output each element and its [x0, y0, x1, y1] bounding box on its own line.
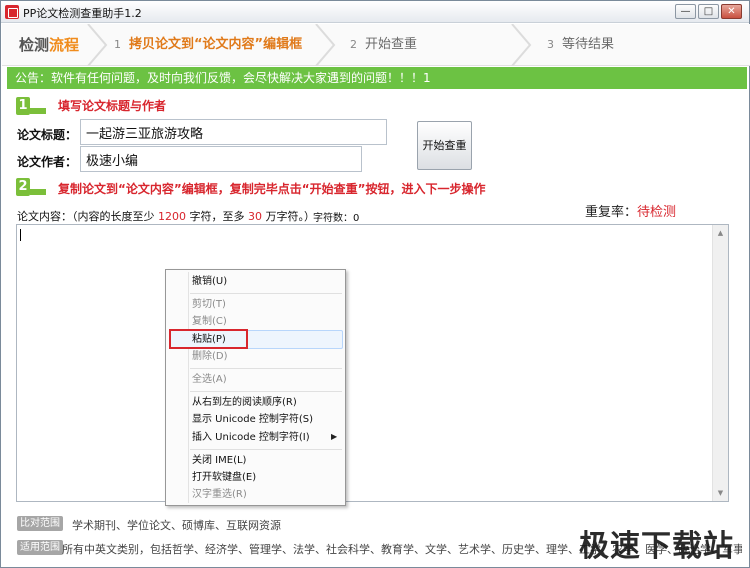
context-menu: 撤销(U) 剪切(T) 复制(C) 粘贴(P) 删除(D) 全选(A) 从右到左…	[165, 269, 346, 506]
max-chars: 30	[248, 210, 262, 223]
step-divider-icon	[315, 24, 336, 66]
section-1-number: 1	[16, 97, 30, 115]
step-3: 3 等待结果	[547, 24, 614, 66]
step-1-label: 拷贝论文到“论文内容”编辑框	[129, 37, 303, 52]
start-check-button[interactable]: 开始查重	[417, 121, 472, 170]
content-label-prefix: 论文内容：（内容的长度至少	[17, 210, 158, 223]
repeat-rate-value: 待检测	[637, 205, 677, 220]
section-2-number: 2	[16, 178, 30, 196]
scroll-down-icon[interactable]: ▼	[713, 485, 728, 501]
author-field[interactable]	[80, 146, 362, 172]
scroll-up-icon[interactable]: ▲	[713, 225, 728, 241]
menu-item-undo[interactable]: 撤销(U)	[192, 273, 227, 290]
content-label-suffix: 万字符。）	[262, 210, 315, 223]
editor-scrollbar[interactable]: ▲ ▼	[712, 225, 728, 501]
section-1-badge: 1	[16, 97, 46, 115]
app-logo-icon	[5, 5, 19, 19]
step-1-number: 1	[114, 38, 121, 51]
menu-item-select-all[interactable]: 全选(A)	[192, 371, 227, 388]
title-label: 论文标题：	[17, 128, 78, 142]
step-divider-icon	[511, 24, 532, 66]
menu-item-reconversion[interactable]: 汉字重选(R)	[192, 486, 247, 503]
menu-item-soft-keyboard[interactable]: 打开软键盘(E)	[192, 469, 256, 486]
menu-item-delete[interactable]: 删除(D)	[192, 348, 228, 365]
maximize-button[interactable]: □	[698, 4, 719, 19]
app-window: PP论文检测查重助手1.2 — □ ✕ 检测流程 1 拷贝论文到“论文内容”编辑框…	[0, 0, 750, 568]
step-divider-icon	[87, 24, 108, 66]
text-caret	[20, 229, 21, 241]
content-editor[interactable]: ▲ ▼	[16, 224, 729, 502]
minimize-button[interactable]: —	[675, 4, 696, 19]
process-heading: 检测流程	[19, 24, 79, 66]
process-heading-part2: 流程	[49, 36, 80, 54]
menu-item-close-ime[interactable]: 关闭 IME(L)	[192, 452, 246, 469]
step-1: 1 拷贝论文到“论文内容”编辑框	[114, 24, 302, 66]
paste-highlight-box	[169, 329, 248, 349]
section-1-title: 填写论文标题与作者	[58, 99, 167, 113]
title-field[interactable]	[80, 119, 387, 145]
step-3-label: 等待结果	[562, 37, 615, 52]
repeat-rate: 重复率：待检测	[585, 201, 676, 220]
submenu-arrow-icon: ▶	[331, 432, 338, 441]
menu-item-copy[interactable]: 复制(C)	[192, 313, 227, 330]
apply-scope-tag: 适用范围	[17, 540, 63, 555]
menu-item-show-unicode[interactable]: 显示 Unicode 控制字符(S)	[192, 411, 313, 428]
content-label: 论文内容：（内容的长度至少 1200 字符，至多 30 万字符。）	[17, 208, 315, 224]
section-2-title: 复制论文到“论文内容”编辑框，复制完毕点击“开始查重”按钮，进入下一步操作	[58, 182, 486, 196]
step-2-number: 2	[350, 38, 357, 51]
min-chars: 1200	[158, 210, 186, 223]
compare-scope-tag: 比对范围	[17, 516, 63, 531]
step-2: 2 开始查重	[350, 24, 417, 66]
process-steps-bar: 检测流程 1 拷贝论文到“论文内容”编辑框 2 开始查重 3 等待结果	[2, 24, 750, 66]
process-heading-part1: 检测	[19, 36, 50, 54]
step-3-number: 3	[547, 38, 554, 51]
window-title: PP论文检测查重助手1.2	[23, 7, 142, 20]
watermark-logo: 极速下载站	[579, 529, 734, 564]
menu-item-rtl-reading[interactable]: 从右到左的阅读顺序(R)	[192, 394, 297, 411]
menu-item-insert-unicode[interactable]: 插入 Unicode 控制字符(I)	[192, 429, 310, 446]
announcement-bar: 公告：软件有任何问题，及时向我们反馈，会尽快解决大家遇到的问题！！！1	[7, 67, 747, 89]
menu-item-cut[interactable]: 剪切(T)	[192, 296, 226, 313]
section-2-badge: 2	[16, 178, 46, 196]
char-count-label: 字符数：	[313, 213, 353, 224]
compare-scope-text: 学术期刊、学位论文、硕博库、互联网资源	[72, 519, 281, 532]
char-count-value: 0	[353, 213, 360, 224]
step-2-label: 开始查重	[365, 37, 418, 52]
content-label-mid: 字符，至多	[186, 210, 248, 223]
repeat-rate-label: 重复率：	[585, 205, 638, 220]
close-button[interactable]: ✕	[721, 4, 742, 19]
title-bar: PP论文检测查重助手1.2 — □ ✕	[1, 1, 749, 23]
author-label: 论文作者：	[17, 155, 78, 169]
char-count: 字符数：0	[313, 209, 359, 224]
